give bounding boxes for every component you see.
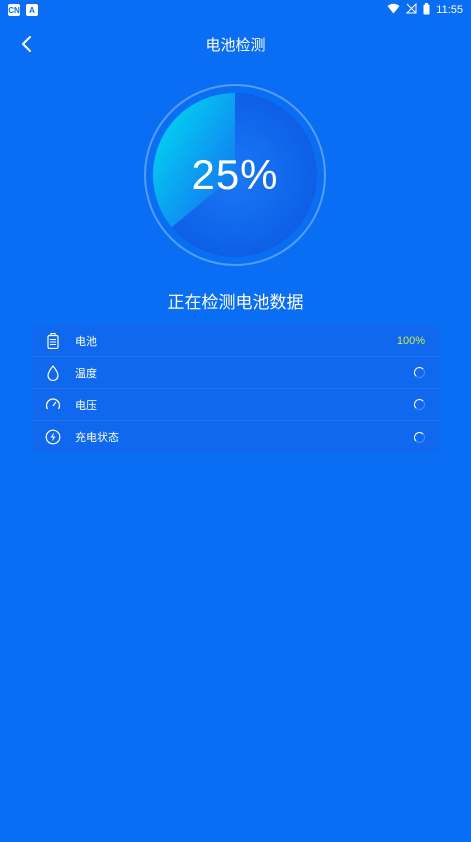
charging-icon (44, 428, 62, 446)
loading-spinner (414, 431, 425, 443)
list-item-charging: 充电状态 (32, 421, 439, 453)
status-left: CN A (8, 4, 38, 16)
no-signal-icon (406, 2, 417, 17)
list-item-temperature: 温度 (32, 357, 439, 389)
a-app-icon: A (26, 4, 38, 16)
battery-value: 100% (396, 334, 425, 347)
status-time: 11:55 (436, 4, 463, 16)
wifi-icon (387, 3, 400, 17)
water-drop-icon (44, 364, 62, 382)
list-item-label: 电池 (75, 334, 97, 348)
detection-list: 电池 100% 温度 电压 充电状态 (32, 325, 439, 453)
list-item-label: 电压 (75, 398, 97, 412)
gauge-icon (44, 396, 62, 414)
status-right: 11:55 (387, 2, 463, 18)
app-header: 电池检测 (0, 28, 471, 60)
list-item-label: 充电状态 (75, 431, 119, 444)
battery-icon (423, 2, 430, 18)
gauge-value: 25% (191, 151, 279, 198)
status-bar: CN A 11:55 (0, 0, 471, 20)
list-item-battery: 电池 100% (32, 325, 439, 357)
loading-spinner (414, 399, 425, 410)
cn-app-icon: CN (8, 4, 20, 16)
chevron-left-icon (22, 36, 31, 52)
loading-spinner (414, 367, 425, 378)
back-button[interactable] (14, 32, 38, 56)
battery-icon (44, 332, 62, 350)
battery-gauge: 25% (140, 80, 330, 270)
page-title: 电池检测 (205, 35, 266, 54)
scan-status-text: 正在检测电池数据 (167, 293, 304, 313)
list-item-label: 温度 (75, 366, 97, 380)
list-item-voltage: 电压 (32, 389, 439, 421)
